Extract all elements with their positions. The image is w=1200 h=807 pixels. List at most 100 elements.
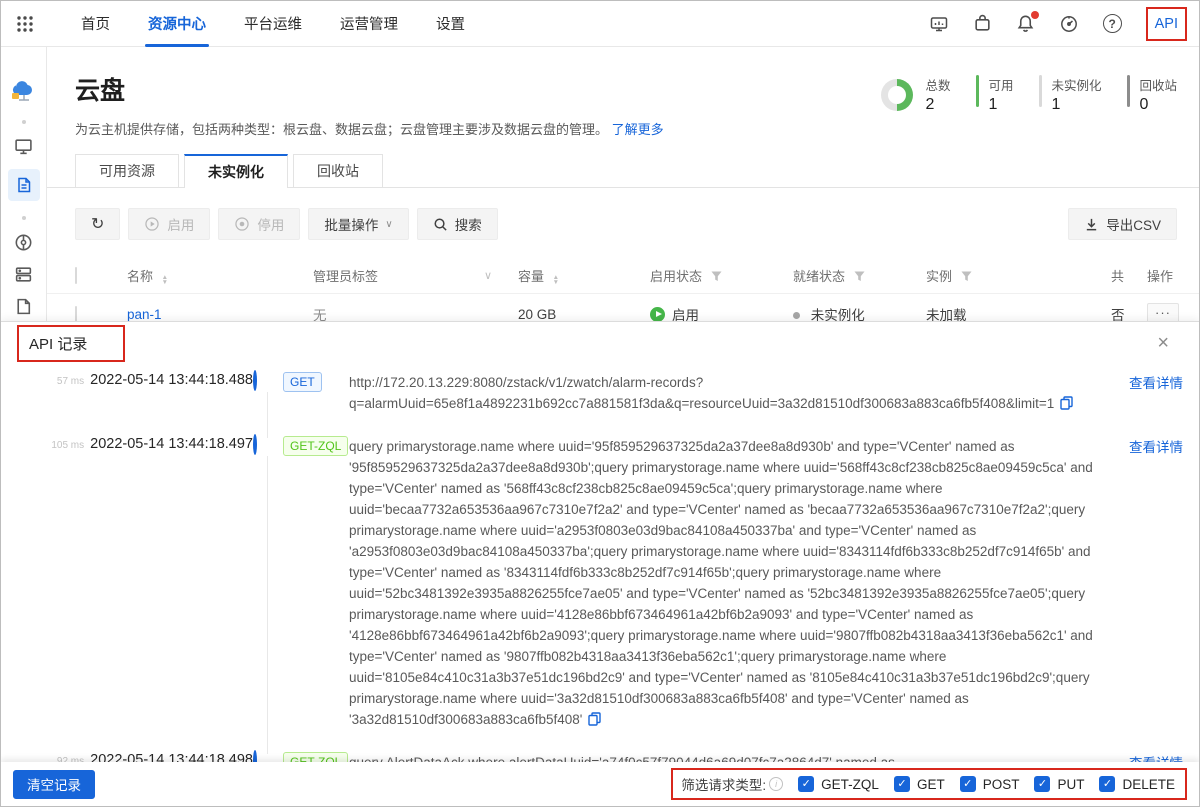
menu-item-settings[interactable]: 设置 <box>417 1 484 47</box>
notification-bell-icon[interactable] <box>1016 14 1035 33</box>
row-checkbox[interactable] <box>75 306 77 323</box>
sidebar-item-storage-icon[interactable] <box>14 297 33 316</box>
cell-instance: 未加载 <box>926 304 1111 322</box>
api-panel-header: API 记录 × <box>1 322 1199 364</box>
view-detail-link[interactable]: 查看详情 <box>1099 436 1183 732</box>
menu-item-home[interactable]: 首页 <box>62 1 129 47</box>
stat-recycle-bin-value: 0 <box>1139 96 1177 114</box>
cell-ready-state: 未实例化 <box>811 308 865 322</box>
filter-funnel-icon[interactable] <box>711 271 722 282</box>
chevron-down-icon: ∨ <box>385 219 392 230</box>
close-icon[interactable]: × <box>1157 333 1169 353</box>
stat-available: 可用 1 <box>976 75 1013 114</box>
header-enable-state: 启用状态 <box>650 269 702 284</box>
record-request-text: query primarystorage.name where uuid='95… <box>349 436 1099 732</box>
select-all-checkbox[interactable] <box>75 267 77 284</box>
table-header-row: 名称 ▲▼ 管理员标签 ∨ 容量 ▲▼ 启用状态 <box>47 257 1199 293</box>
sidebar-item-network-icon[interactable] <box>14 233 33 252</box>
batch-actions-button[interactable]: 批量操作 ∨ <box>308 208 408 240</box>
filter-checkbox-post[interactable]: ✓ POST <box>960 776 1020 792</box>
export-csv-label: 导出CSV <box>1106 214 1161 234</box>
view-detail-link[interactable]: 查看详情 <box>1099 752 1183 762</box>
play-circle-icon <box>144 216 160 232</box>
refresh-icon: ↻ <box>91 214 104 234</box>
sidebar-item-volume-icon[interactable] <box>8 169 40 201</box>
disable-button[interactable]: 停用 <box>218 208 300 240</box>
menu-item-resource-center[interactable]: 资源中心 <box>129 1 225 47</box>
refresh-button[interactable]: ↻ <box>75 208 120 240</box>
search-button[interactable]: 搜索 <box>417 208 498 240</box>
header-capacity[interactable]: 容量 <box>518 269 544 284</box>
filter-checkbox-get-zql[interactable]: ✓ GET-ZQL <box>798 776 879 792</box>
record-timestamp: 2022-05-14 13:44:18.488 <box>90 372 253 388</box>
navbar-right-icons: ? API <box>929 7 1187 41</box>
menu-item-platform-ops[interactable]: 平台运维 <box>225 1 321 47</box>
cell-capacity: 20 GB <box>518 307 650 322</box>
filter-annotation-box: 筛选请求类型: i ✓ GET-ZQL ✓ GET ✓ POST ✓ PUT <box>671 768 1187 800</box>
stat-recycle-bin-label: 回收站 <box>1139 75 1177 94</box>
copy-icon[interactable] <box>1060 395 1073 416</box>
header-shared: 共 <box>1111 266 1141 285</box>
sort-icon[interactable]: ▲▼ <box>162 275 168 285</box>
stat-recycle-bin: 回收站 0 <box>1127 75 1177 114</box>
sidebar-divider-dot <box>22 216 26 220</box>
timeline-dot-icon <box>253 370 257 391</box>
volume-name-link[interactable]: pan-1 <box>127 307 162 322</box>
filter-type-post-label: POST <box>983 777 1020 792</box>
menu-item-operation-mgmt[interactable]: 运营管理 <box>321 1 417 47</box>
api-record: 92 ms 2022-05-14 13:44:18.498 GET-ZQL qu… <box>17 752 1183 762</box>
product-logo-icon[interactable] <box>8 73 40 105</box>
view-detail-link[interactable]: 查看详情 <box>1099 372 1183 416</box>
checked-checkbox-icon[interactable]: ✓ <box>960 776 976 792</box>
chevron-down-icon[interactable]: ∨ <box>484 269 492 282</box>
api-record: 57 ms 2022-05-14 13:44:18.488 GET http:/… <box>17 372 1183 416</box>
stat-bar-available <box>976 75 979 107</box>
sort-icon[interactable]: ▲▼ <box>553 275 559 285</box>
filter-checkbox-get[interactable]: ✓ GET <box>894 776 945 792</box>
learn-more-link[interactable]: 了解更多 <box>612 122 664 137</box>
app-grid-icon[interactable] <box>16 15 34 33</box>
stat-available-label: 可用 <box>988 75 1013 94</box>
tab-not-instantiated[interactable]: 未实例化 <box>184 154 288 187</box>
help-icon[interactable]: ? <box>1103 14 1122 33</box>
sidebar-item-vm-icon[interactable] <box>14 137 33 156</box>
table-row[interactable]: pan-1 无 20 GB 启用 未实例化 未加载 否 ··· <box>47 293 1199 322</box>
header-name[interactable]: 名称 <box>127 269 153 284</box>
main-content: 云盘 为云主机提供存储，包括两种类型：根云盘、数据云盘；云盘管理主要涉及数据云盘… <box>47 47 1199 322</box>
header-ready-state: 就绪状态 <box>793 269 845 284</box>
page-header: 云盘 为云主机提供存储，包括两种类型：根云盘、数据云盘；云盘管理主要涉及数据云盘… <box>47 47 1199 138</box>
tab-recycle-bin[interactable]: 回收站 <box>293 154 383 187</box>
info-icon[interactable]: i <box>769 777 783 791</box>
dashboard-board-icon[interactable] <box>929 14 949 34</box>
checked-checkbox-icon[interactable]: ✓ <box>1034 776 1050 792</box>
main-menu: 首页 资源中心 平台运维 运营管理 设置 <box>62 1 484 47</box>
volume-table: 名称 ▲▼ 管理员标签 ∨ 容量 ▲▼ 启用状态 <box>47 257 1199 322</box>
filter-checkbox-delete[interactable]: ✓ DELETE <box>1099 776 1175 792</box>
row-actions-button[interactable]: ··· <box>1147 303 1179 323</box>
enable-button-label: 启用 <box>167 214 194 234</box>
filter-type-delete-label: DELETE <box>1122 777 1175 792</box>
record-timestamp: 2022-05-14 13:44:18.497 <box>90 436 253 452</box>
enable-button[interactable]: 启用 <box>128 208 210 240</box>
filter-type-get-zql-label: GET-ZQL <box>821 777 879 792</box>
filter-funnel-icon[interactable] <box>854 271 865 282</box>
tab-available-resources[interactable]: 可用资源 <box>75 154 179 187</box>
checked-checkbox-icon[interactable]: ✓ <box>1099 776 1115 792</box>
api-entry-button[interactable]: API <box>1155 16 1178 32</box>
timeline-dot-icon <box>253 434 257 455</box>
filter-checkbox-put[interactable]: ✓ PUT <box>1034 776 1084 792</box>
method-badge: GET-ZQL <box>283 752 348 762</box>
record-request-text: http://172.20.13.229:8080/zstack/v1/zwat… <box>349 372 1099 416</box>
record-request-text: query AlertDataAck where alertDataUuid='… <box>349 752 1099 762</box>
toolbox-bag-icon[interactable] <box>973 14 992 33</box>
checked-checkbox-icon[interactable]: ✓ <box>894 776 910 792</box>
api-records-panel: API 记录 × 57 ms 2022-05-14 13:44:18.488 G… <box>1 321 1199 806</box>
checked-checkbox-icon[interactable]: ✓ <box>798 776 814 792</box>
filter-funnel-icon[interactable] <box>961 271 972 282</box>
sidebar-item-host-icon[interactable] <box>14 265 33 284</box>
monitor-gauge-icon[interactable] <box>1059 14 1079 34</box>
export-csv-button[interactable]: 导出CSV <box>1068 208 1177 240</box>
clear-records-button[interactable]: 清空记录 <box>13 770 95 799</box>
stat-total: 总数 2 <box>881 75 950 114</box>
copy-icon[interactable] <box>588 711 601 732</box>
